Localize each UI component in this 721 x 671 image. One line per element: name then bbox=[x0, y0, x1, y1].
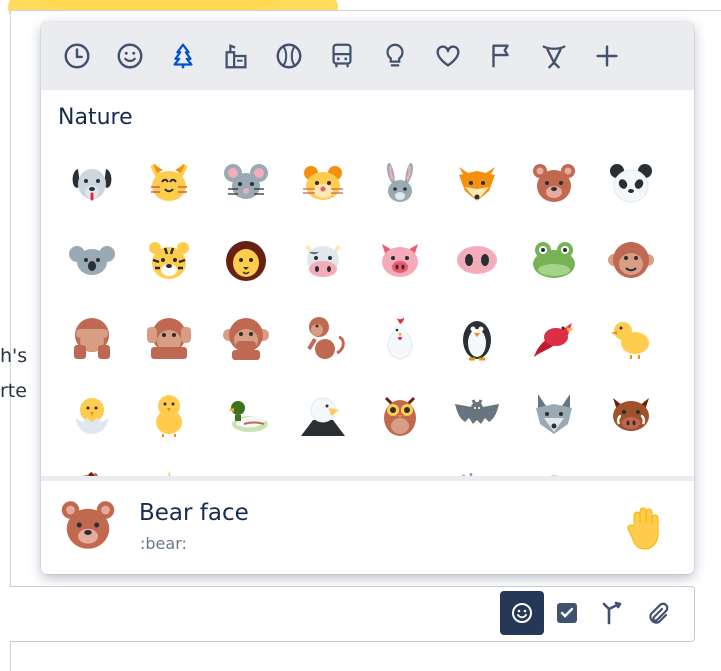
section-title: Nature bbox=[58, 105, 133, 130]
bear-icon[interactable] bbox=[518, 147, 590, 219]
see-no-evil-icon[interactable] bbox=[56, 301, 128, 373]
koala-icon[interactable] bbox=[56, 224, 128, 296]
category-add[interactable] bbox=[581, 30, 633, 82]
frog-icon[interactable] bbox=[518, 224, 590, 296]
category-travel[interactable] bbox=[316, 30, 368, 82]
emoji-grid bbox=[56, 147, 676, 477]
butterfly-icon[interactable] bbox=[364, 455, 436, 477]
hatched-chick-icon[interactable] bbox=[133, 378, 205, 450]
clock-icon bbox=[64, 43, 90, 69]
mouse-icon[interactable] bbox=[210, 147, 282, 219]
attachment-icon bbox=[649, 602, 669, 624]
fox-icon[interactable] bbox=[441, 147, 513, 219]
bear-icon bbox=[61, 501, 115, 549]
atlassian-icon bbox=[542, 45, 566, 69]
duck-icon[interactable] bbox=[210, 378, 282, 450]
cow-icon[interactable] bbox=[287, 224, 359, 296]
decision-button[interactable] bbox=[590, 591, 634, 635]
flag-icon bbox=[492, 44, 509, 68]
category-people[interactable] bbox=[104, 30, 156, 82]
dog-icon[interactable] bbox=[56, 147, 128, 219]
monkey-face-icon[interactable] bbox=[595, 224, 667, 296]
bird-icon[interactable] bbox=[518, 301, 590, 373]
tree-icon bbox=[173, 43, 193, 69]
snail-icon[interactable] bbox=[441, 455, 513, 477]
wolf-icon[interactable] bbox=[518, 378, 590, 450]
raised-hand-icon[interactable] bbox=[626, 505, 666, 551]
lion-icon[interactable] bbox=[210, 224, 282, 296]
penguin-icon[interactable] bbox=[441, 301, 513, 373]
tiger-icon[interactable] bbox=[133, 224, 205, 296]
decision-icon bbox=[602, 601, 622, 625]
emoji-icon bbox=[512, 603, 532, 623]
preview-shortcode: :bear: bbox=[140, 534, 187, 553]
emoji-button[interactable] bbox=[500, 591, 544, 635]
baby-chick-icon[interactable] bbox=[595, 301, 667, 373]
category-frequent[interactable] bbox=[51, 30, 103, 82]
attachment-button[interactable] bbox=[635, 591, 679, 635]
horse-icon[interactable] bbox=[56, 455, 128, 477]
category-bar bbox=[41, 22, 694, 90]
pig-nose-icon[interactable] bbox=[441, 224, 513, 296]
cat-icon[interactable] bbox=[133, 147, 205, 219]
category-productivity[interactable] bbox=[528, 30, 580, 82]
hear-no-evil-icon[interactable] bbox=[133, 301, 205, 373]
food-icon bbox=[225, 44, 247, 69]
preview-divider bbox=[41, 476, 694, 481]
hatching-chick-icon[interactable] bbox=[56, 378, 128, 450]
hamster-icon[interactable] bbox=[287, 147, 359, 219]
speak-no-evil-icon[interactable] bbox=[210, 301, 282, 373]
monkey-icon[interactable] bbox=[287, 301, 359, 373]
background-text: h's bbox=[0, 345, 28, 367]
category-objects[interactable] bbox=[369, 30, 421, 82]
ball-icon bbox=[276, 43, 302, 69]
pig-icon[interactable] bbox=[364, 224, 436, 296]
boar-icon[interactable] bbox=[595, 378, 667, 450]
panda-icon[interactable] bbox=[595, 147, 667, 219]
category-nature[interactable] bbox=[157, 30, 209, 82]
heart-icon bbox=[436, 45, 460, 67]
bus-icon bbox=[332, 43, 352, 68]
eagle-icon[interactable] bbox=[287, 378, 359, 450]
action-item-button[interactable] bbox=[545, 591, 589, 635]
chicken-icon[interactable] bbox=[364, 301, 436, 373]
rabbit-icon[interactable] bbox=[364, 147, 436, 219]
category-activity[interactable] bbox=[263, 30, 315, 82]
bug-icon[interactable] bbox=[287, 455, 359, 477]
unicorn-icon[interactable] bbox=[133, 455, 205, 477]
background-text: rte bbox=[0, 380, 27, 402]
plus-icon bbox=[596, 45, 618, 67]
bat-icon[interactable] bbox=[441, 378, 513, 450]
category-symbols[interactable] bbox=[422, 30, 474, 82]
shell-icon[interactable] bbox=[518, 455, 590, 477]
category-foods[interactable] bbox=[210, 30, 262, 82]
checkbox-icon bbox=[557, 603, 577, 623]
preview-name: Bear face bbox=[139, 500, 249, 526]
lightbulb-icon bbox=[386, 43, 404, 67]
category-flags[interactable] bbox=[475, 30, 527, 82]
smiley-icon bbox=[117, 43, 143, 69]
bee-icon[interactable] bbox=[210, 455, 282, 477]
beetle-icon[interactable] bbox=[595, 455, 667, 477]
owl-icon[interactable] bbox=[364, 378, 436, 450]
emoji-picker: Nature Bear face:bear: bbox=[41, 22, 694, 574]
